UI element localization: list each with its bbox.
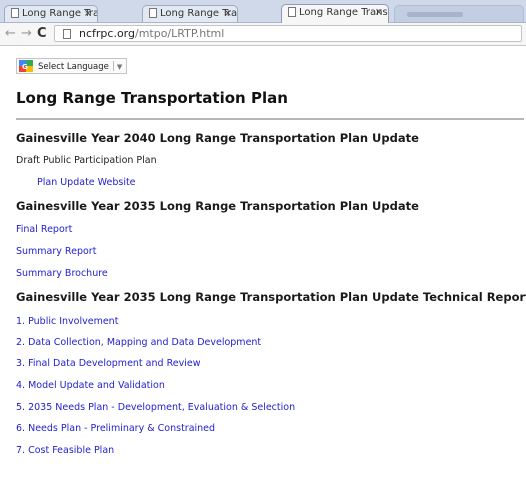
address-bar[interactable]: ncfrpc.org/mtpo/LRTP.html bbox=[54, 25, 522, 42]
close-tab-icon[interactable]: × bbox=[224, 8, 232, 19]
select-language-label: Select Language bbox=[38, 62, 109, 72]
browser-toolbar: ← → C ncfrpc.org/mtpo/LRTP.html bbox=[0, 23, 526, 46]
report-link-cost-feasible[interactable]: 7. Cost Feasible Plan bbox=[16, 445, 114, 456]
page-icon bbox=[149, 8, 157, 18]
report-link-model-update[interactable]: 4. Model Update and Validation bbox=[16, 380, 165, 391]
browser-tab-1[interactable]: Long Range Transpo × bbox=[4, 5, 98, 22]
select-language-dropdown[interactable]: G Select Language ▼ bbox=[16, 58, 128, 74]
section-heading-technical-reports: Gainesville Year 2035 Long Range Transpo… bbox=[16, 290, 526, 304]
browser-tab-4[interactable] bbox=[394, 5, 524, 22]
section-heading-2035: Gainesville Year 2035 Long Range Transpo… bbox=[16, 199, 419, 213]
close-tab-icon[interactable]: × bbox=[375, 7, 383, 18]
close-tab-icon[interactable]: × bbox=[84, 8, 92, 19]
chevron-down-icon: ▼ bbox=[116, 63, 123, 71]
back-arrow-icon[interactable]: ← bbox=[5, 26, 16, 42]
final-report-link[interactable]: Final Report bbox=[16, 224, 72, 235]
tab-strip: Long Range Transpo × Long Range Transpo … bbox=[0, 0, 526, 23]
google-translate-icon: G bbox=[19, 60, 33, 72]
svg-text:G: G bbox=[22, 63, 28, 71]
report-link-public-involvement[interactable]: 1. Public Involvement bbox=[16, 316, 118, 327]
summary-report-link[interactable]: Summary Report bbox=[16, 246, 96, 257]
page-icon bbox=[11, 8, 19, 18]
reload-icon[interactable]: C bbox=[37, 26, 47, 42]
page-icon bbox=[63, 29, 71, 39]
draft-public-participation-text: Draft Public Participation Plan bbox=[16, 155, 157, 166]
url-path: /mtpo/LRTP.html bbox=[134, 27, 225, 40]
report-link-data-collection[interactable]: 2. Data Collection, Mapping and Data Dev… bbox=[16, 337, 261, 348]
blurred-tab-title bbox=[407, 12, 463, 17]
divider bbox=[112, 61, 114, 71]
url-host: ncfrpc.org bbox=[79, 27, 135, 40]
report-link-needs-plan-2035[interactable]: 5. 2035 Needs Plan - Development, Evalua… bbox=[16, 402, 295, 413]
page-title: Long Range Transportation Plan bbox=[16, 89, 288, 107]
section-heading-2040: Gainesville Year 2040 Long Range Transpo… bbox=[16, 131, 419, 145]
summary-brochure-link[interactable]: Summary Brochure bbox=[16, 268, 108, 279]
page-icon bbox=[288, 7, 296, 17]
title-divider bbox=[16, 118, 524, 120]
report-link-needs-plan-constrained[interactable]: 6. Needs Plan - Preliminary & Constraine… bbox=[16, 423, 215, 434]
browser-tab-2[interactable]: Long Range Transpo × bbox=[142, 5, 238, 22]
plan-update-website-link[interactable]: Plan Update Website bbox=[37, 177, 136, 188]
browser-tab-3-active[interactable]: Long Range Transpo × bbox=[281, 4, 389, 23]
forward-arrow-icon[interactable]: → bbox=[21, 26, 32, 42]
report-link-final-data[interactable]: 3. Final Data Development and Review bbox=[16, 358, 200, 369]
